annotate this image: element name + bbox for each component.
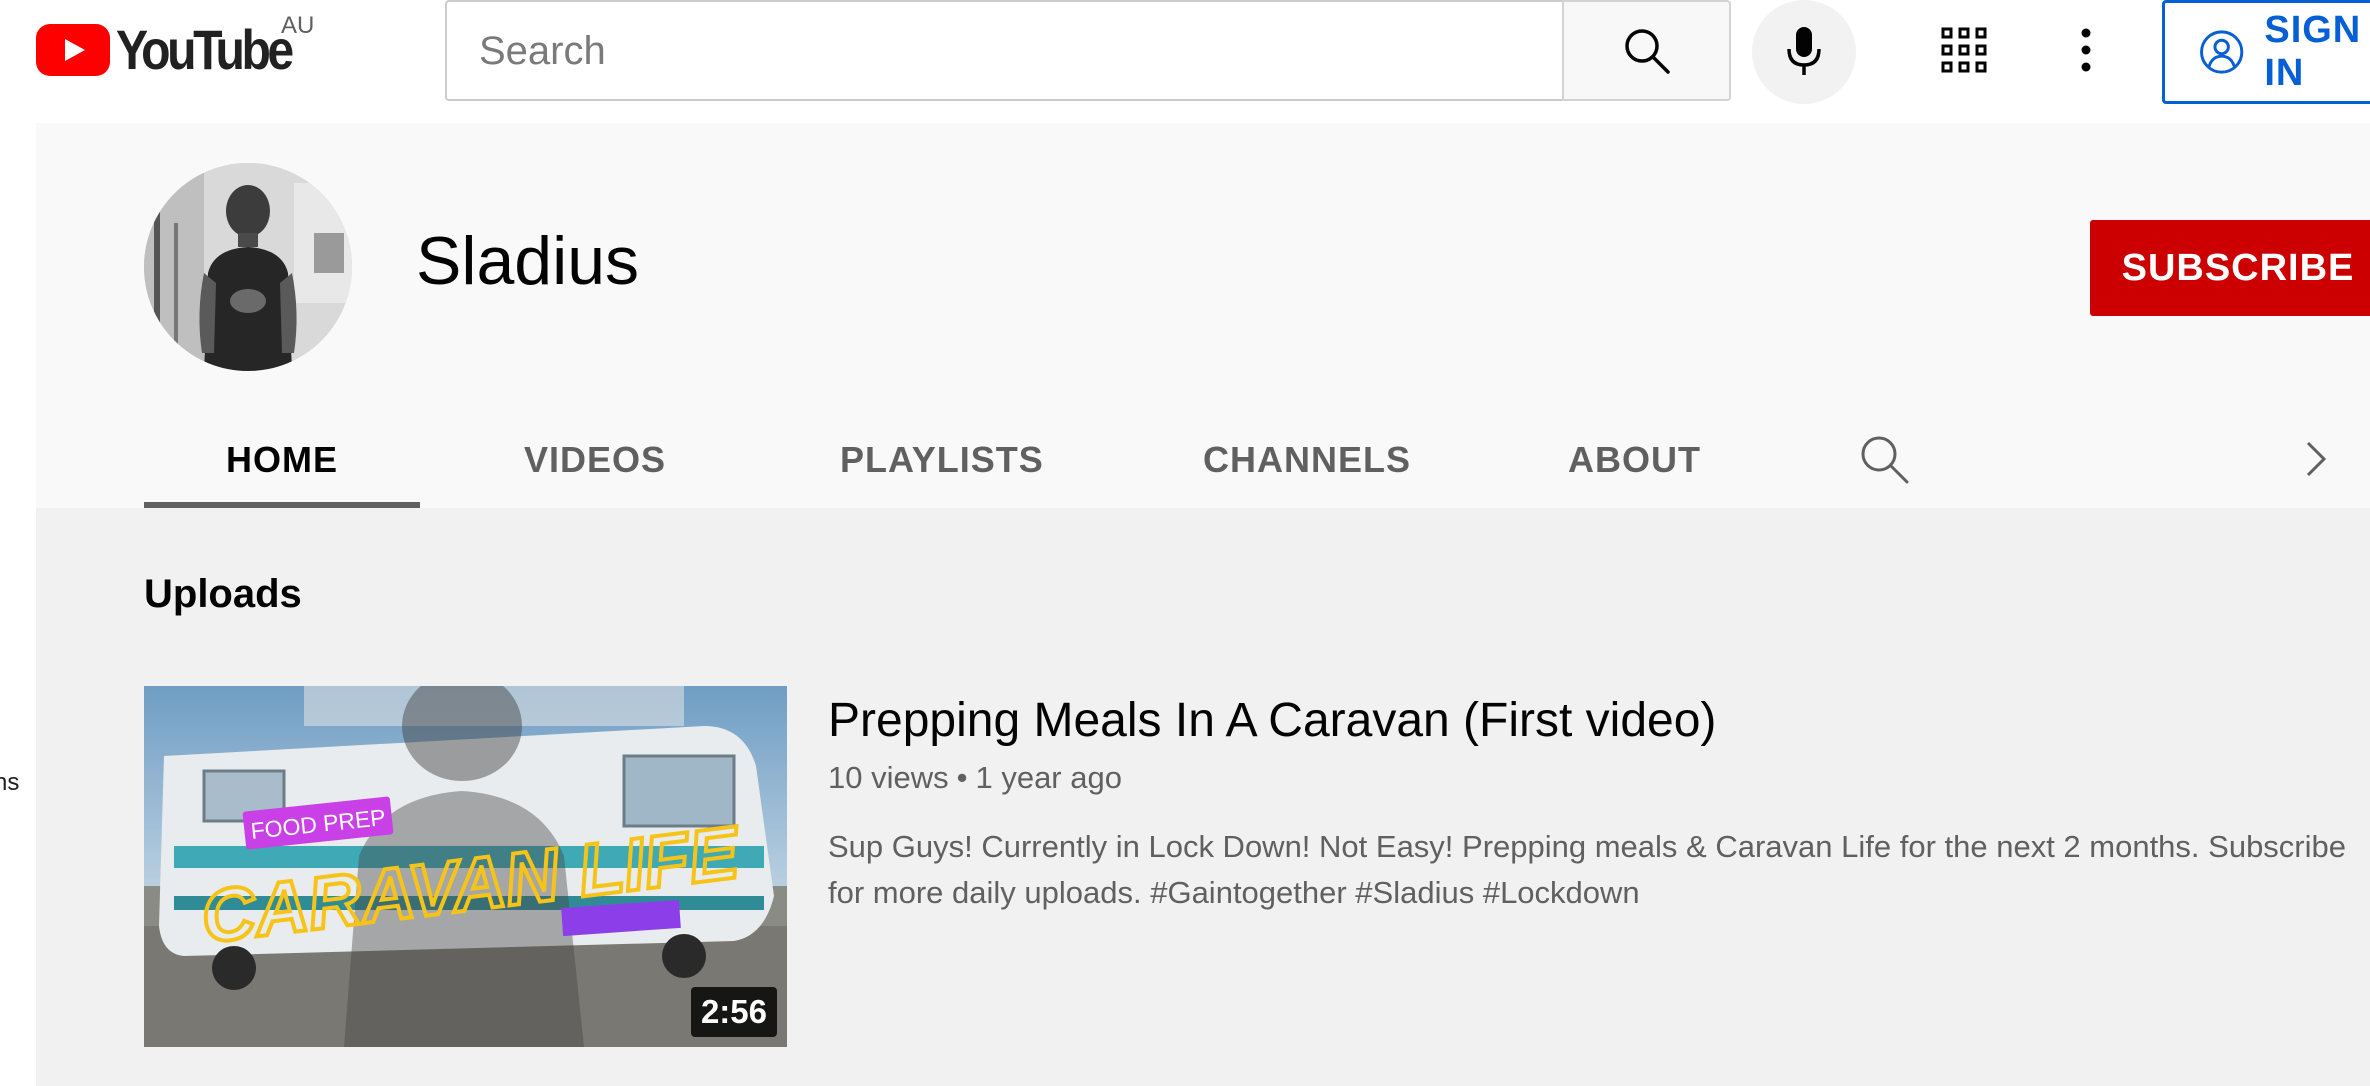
section-title[interactable]: Uploads (144, 572, 302, 617)
video-metadata: 10 views • 1 year ago (828, 760, 1122, 796)
settings-more-button[interactable] (2066, 22, 2106, 78)
channel-search-icon[interactable] (1856, 431, 1912, 487)
video-title[interactable]: Prepping Meals In A Caravan (First video… (828, 692, 1716, 750)
sign-in-button[interactable]: SIGN IN (2162, 0, 2370, 104)
apps-button[interactable] (1936, 22, 1992, 78)
video-views: 10 views (828, 760, 949, 795)
youtube-logo[interactable]: YouTube (36, 18, 319, 81)
account-circle-icon (2200, 30, 2244, 74)
sidebar-partial-label[interactable]: ns (0, 769, 19, 797)
search-icon (1624, 28, 1670, 74)
channel-avatar[interactable] (144, 163, 352, 371)
search-input[interactable] (477, 2, 1541, 101)
tab-home[interactable]: HOME (144, 411, 420, 508)
chevron-right-icon[interactable] (2294, 437, 2338, 481)
channel-header: Sladius SUBSCRIBE HOME VIDEOS PLAYLISTS … (36, 123, 2370, 508)
logo-wordmark: YouTube (116, 18, 294, 81)
meta-separator: • (956, 760, 968, 795)
voice-search-button[interactable] (1752, 0, 1856, 104)
region-code: AU (281, 12, 315, 39)
tab-channels[interactable]: CHANNELS (1203, 411, 1411, 508)
video-description: Sup Guys! Currently in Lock Down! Not Ea… (828, 829, 2347, 910)
video-duration-badge: 2:56 (690, 987, 777, 1037)
microphone-icon (1787, 27, 1821, 75)
search-button[interactable] (1562, 0, 1731, 101)
masthead: YouTube AU Search SIGN IN (0, 0, 2370, 123)
more-vert-icon (2081, 28, 2091, 72)
avatar-image (144, 163, 352, 371)
youtube-logo-icon (36, 24, 110, 76)
channel-content: Uploads FOOD PREP CARAVAN LIFE 2:56 Prep… (36, 508, 2370, 1086)
video-thumbnail[interactable]: FOOD PREP CARAVAN LIFE 2:56 (144, 686, 787, 1047)
subscribe-button[interactable]: SUBSCRIBE (2090, 220, 2370, 316)
channel-name: Sladius (416, 223, 640, 299)
apps-grid-icon (1941, 27, 1987, 73)
search-box (445, 0, 1562, 101)
tab-about[interactable]: ABOUT (1568, 411, 1701, 508)
sidebar-edge: ns (0, 123, 36, 1086)
tab-playlists[interactable]: PLAYLISTS (840, 411, 1044, 508)
sign-in-label: SIGN IN (2264, 9, 2362, 94)
tab-videos[interactable]: VIDEOS (524, 411, 666, 508)
video-age: 1 year ago (975, 760, 1122, 795)
